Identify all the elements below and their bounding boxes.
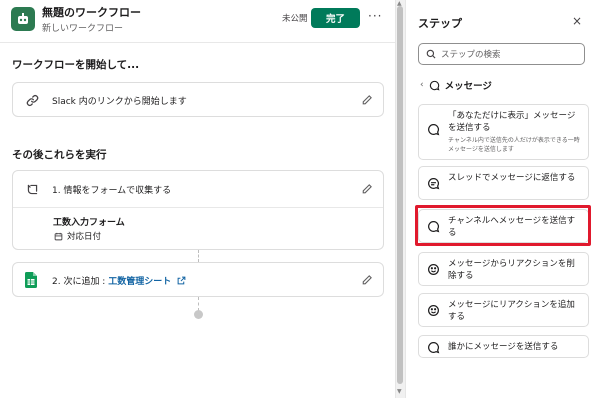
search-placeholder: ステップの検索 bbox=[441, 50, 501, 60]
workflow-header: 無題のワークフロー 新しいワークフロー 未公開 完了 ··· bbox=[0, 0, 395, 42]
step2-label: 2. 次に追加 : 工数管理シート bbox=[52, 274, 186, 287]
step-label: メッセージにリアクションを追加する bbox=[448, 300, 575, 322]
workflow-title[interactable]: 無題のワークフロー bbox=[42, 4, 141, 20]
form-step-card[interactable]: 1. 情報をフォームで収集する 工数入力フォーム 対応日付 bbox=[12, 170, 384, 250]
form-field-label: 対応日付 bbox=[67, 232, 102, 242]
step1-label: 1. 情報をフォームで収集する bbox=[52, 186, 172, 196]
scrollbar-thumb[interactable] bbox=[397, 6, 403, 384]
message-bubble-icon bbox=[428, 124, 440, 136]
edit-pencil-icon[interactable] bbox=[361, 274, 373, 286]
external-link-icon[interactable] bbox=[177, 276, 186, 285]
workflow-bot-icon bbox=[11, 7, 35, 31]
message-bubble-icon bbox=[428, 342, 440, 354]
more-menu-button[interactable]: ··· bbox=[368, 9, 382, 23]
message-bubble-icon bbox=[429, 80, 440, 90]
emoji-icon bbox=[428, 264, 439, 275]
search-icon bbox=[426, 49, 436, 59]
step2-prefix: 2. 次に追加 : bbox=[52, 277, 109, 287]
form-field: 対応日付 bbox=[54, 230, 101, 242]
step-add-reaction[interactable]: メッセージにリアクションを追加する bbox=[418, 293, 589, 327]
workflow-builder-panel: 無題のワークフロー 新しいワークフロー 未公開 完了 ··· ワークフローを開始… bbox=[0, 0, 395, 398]
google-sheets-icon bbox=[25, 272, 37, 288]
thread-icon bbox=[428, 178, 440, 190]
sheet-link[interactable]: 工数管理シート bbox=[108, 277, 171, 287]
chevron-left-icon: ‹ bbox=[420, 80, 424, 90]
trigger-label: Slack 内のリンクから開始します bbox=[52, 97, 187, 107]
step-connector bbox=[198, 250, 199, 262]
start-section-title: ワークフローを開始して... bbox=[12, 59, 140, 71]
edit-pencil-icon[interactable] bbox=[361, 183, 373, 195]
emoji-icon bbox=[428, 305, 439, 316]
edit-pencil-icon[interactable] bbox=[361, 94, 373, 106]
highlight-box bbox=[415, 205, 591, 246]
status-badge: 未公開 bbox=[282, 14, 308, 24]
trigger-card[interactable]: Slack 内のリンクから開始します bbox=[12, 82, 384, 117]
form-name: 工数入力フォーム bbox=[53, 218, 125, 228]
step-ephemeral-message[interactable]: 「あなただけに表示」メッセージを送信する チャンネル内で送信先の人だけが表示でき… bbox=[418, 104, 589, 160]
steps-panel-title: ステップ bbox=[418, 17, 462, 30]
card-divider bbox=[13, 207, 383, 208]
close-icon[interactable]: × bbox=[572, 14, 582, 28]
form-collect-icon bbox=[25, 182, 39, 196]
link-icon bbox=[25, 93, 39, 107]
step-send-to-person[interactable]: 誰かにメッセージを送信する bbox=[418, 335, 589, 358]
category-back-button[interactable]: ‹ メッセージ bbox=[420, 78, 492, 92]
step-label: 「あなただけに表示」メッセージを送信する bbox=[448, 111, 576, 133]
step-label: スレッドでメッセージに返信する bbox=[448, 173, 576, 183]
then-section-title: その後これらを実行 bbox=[12, 149, 107, 161]
step-label: 誰かにメッセージを送信する bbox=[448, 342, 559, 352]
step-search-input[interactable]: ステップの検索 bbox=[418, 43, 585, 65]
step-reply-in-thread[interactable]: スレッドでメッセージに返信する bbox=[418, 166, 589, 200]
workflow-end-dot bbox=[194, 310, 203, 319]
scroll-down-arrow[interactable]: ▼ bbox=[397, 388, 402, 395]
sheet-step-card[interactable]: 2. 次に追加 : 工数管理シート bbox=[12, 262, 384, 297]
category-label: メッセージ bbox=[444, 81, 492, 92]
calendar-icon bbox=[54, 232, 63, 240]
header-divider bbox=[0, 42, 395, 43]
workflow-subtitle: 新しいワークフロー bbox=[42, 24, 124, 34]
done-button[interactable]: 完了 bbox=[311, 8, 360, 28]
step-remove-reaction[interactable]: メッセージからリアクションを削除する bbox=[418, 252, 589, 286]
steps-panel: ステップ × ステップの検索 ‹ メッセージ 「あなただけに表示」メッセージを送… bbox=[405, 0, 600, 398]
step-description: チャンネル内で送信先の人だけが表示できる一時メッセージを送信します bbox=[448, 137, 580, 153]
step-connector bbox=[198, 297, 199, 311]
step-label: メッセージからリアクションを削除する bbox=[448, 259, 575, 281]
